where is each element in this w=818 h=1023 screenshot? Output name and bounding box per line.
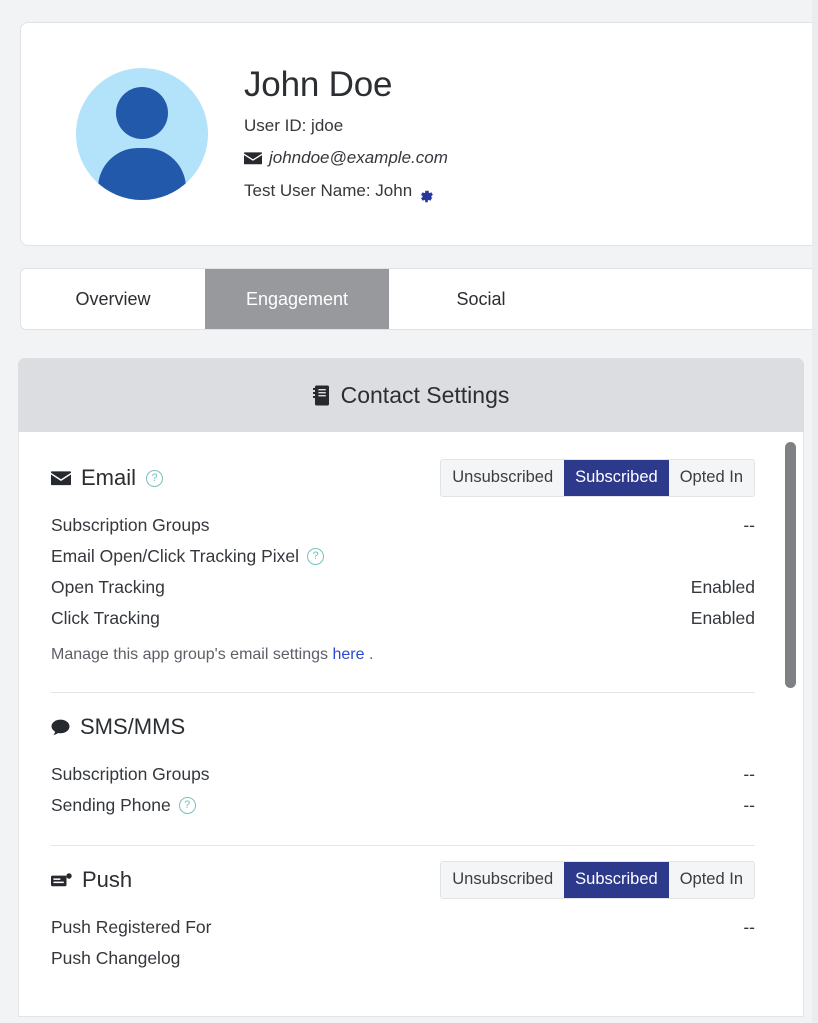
test-user-name-label: Test User Name: John bbox=[244, 180, 413, 200]
row-label: Open Tracking bbox=[51, 577, 165, 597]
help-icon[interactable]: ? bbox=[178, 797, 196, 814]
avatar bbox=[76, 68, 208, 200]
table-row: Sending Phone ? -- bbox=[51, 790, 755, 821]
envelope-icon bbox=[51, 470, 71, 486]
email-seg-unsubscribed[interactable]: Unsubscribed bbox=[441, 460, 565, 496]
row-label-group: Sending Phone ? bbox=[51, 795, 196, 816]
speech-bubble-icon bbox=[51, 719, 70, 736]
section-email-label: Email bbox=[81, 465, 137, 490]
email-seg-subscribed[interactable]: Subscribed bbox=[564, 460, 669, 496]
section-push-label: Push bbox=[82, 867, 133, 892]
contact-settings-header: Contact Settings bbox=[18, 358, 804, 432]
row-value: -- bbox=[743, 764, 755, 784]
row-value: Enabled bbox=[690, 577, 755, 597]
avatar-head bbox=[116, 87, 168, 139]
email-seg-opted-in[interactable]: Opted In bbox=[668, 460, 754, 496]
user-id-row: User ID: jdoe bbox=[244, 110, 448, 142]
row-value: -- bbox=[743, 917, 755, 937]
push-seg-subscribed[interactable]: Subscribed bbox=[564, 862, 669, 898]
section-push: Push Unsubscribed Subscribed Opted In Pu… bbox=[51, 860, 755, 978]
push-subscription-toggle: Unsubscribed Subscribed Opted In bbox=[440, 861, 755, 899]
section-push-header: Push Unsubscribed Subscribed Opted In bbox=[51, 860, 755, 900]
table-row: Email Open/Click Tracking Pixel ? bbox=[51, 541, 755, 572]
row-label: Subscription Groups bbox=[51, 764, 210, 784]
page-edge-strip bbox=[812, 0, 818, 1023]
row-label: Email Open/Click Tracking Pixel bbox=[51, 546, 299, 566]
note-suffix: . bbox=[368, 646, 374, 663]
table-row: Push Changelog bbox=[51, 943, 755, 974]
row-label: Sending Phone bbox=[51, 795, 171, 815]
table-row: Subscription Groups -- bbox=[51, 759, 755, 790]
user-email-row: johndoe@example.com bbox=[244, 142, 448, 174]
tab-overview[interactable]: Overview bbox=[21, 269, 205, 329]
section-email: Email ? Unsubscribed Subscribed Opted In… bbox=[51, 458, 755, 672]
note-prefix: Manage this app group's email settings bbox=[51, 646, 328, 663]
help-icon[interactable]: ? bbox=[307, 548, 324, 565]
email-settings-link[interactable]: here bbox=[332, 646, 364, 663]
push-notification-icon bbox=[51, 873, 72, 887]
avatar-body bbox=[98, 148, 186, 200]
table-row: Click Tracking Enabled bbox=[51, 603, 755, 634]
user-id-label: User ID: jdoe bbox=[244, 116, 344, 136]
row-value: -- bbox=[743, 795, 755, 815]
gear-icon[interactable] bbox=[419, 183, 434, 203]
row-value: Enabled bbox=[690, 608, 755, 628]
user-email-value: johndoe@example.com bbox=[269, 148, 448, 168]
push-seg-opted-in[interactable]: Opted In bbox=[668, 862, 754, 898]
section-push-title: Push bbox=[51, 867, 132, 893]
page-title: John Doe bbox=[244, 64, 393, 104]
section-email-header: Email ? Unsubscribed Subscribed Opted In bbox=[51, 458, 755, 498]
email-subscription-toggle: Unsubscribed Subscribed Opted In bbox=[440, 459, 755, 497]
section-sms-mms-title: SMS/MMS bbox=[51, 714, 185, 740]
test-user-name-row: Test User Name: John bbox=[244, 175, 448, 207]
contact-settings-title: Contact Settings bbox=[340, 381, 510, 408]
user-profile-card: John Doe User ID: jdoe johndoe@example.c… bbox=[20, 22, 818, 246]
tab-engagement[interactable]: Engagement bbox=[205, 269, 389, 329]
row-label: Push Changelog bbox=[51, 948, 181, 968]
section-divider bbox=[51, 692, 755, 693]
table-row: Subscription Groups -- bbox=[51, 510, 755, 541]
row-label: Subscription Groups bbox=[51, 515, 210, 535]
page-root: John Doe User ID: jdoe johndoe@example.c… bbox=[0, 0, 818, 1023]
help-icon[interactable]: ? bbox=[146, 469, 164, 487]
section-sms-mms-label: SMS/MMS bbox=[80, 714, 186, 739]
section-divider bbox=[51, 845, 755, 846]
section-sms-mms-header: SMS/MMS bbox=[51, 707, 755, 747]
email-settings-note: Manage this app group's email settings h… bbox=[51, 634, 755, 668]
tab-social[interactable]: Social bbox=[389, 269, 573, 329]
scrollbar-thumb[interactable] bbox=[785, 442, 796, 688]
push-seg-unsubscribed[interactable]: Unsubscribed bbox=[441, 862, 565, 898]
section-email-title: Email ? bbox=[51, 465, 164, 491]
row-label: Push Registered For bbox=[51, 917, 212, 937]
address-book-icon bbox=[312, 385, 330, 406]
row-label-group: Email Open/Click Tracking Pixel ? bbox=[51, 546, 324, 567]
table-row: Open Tracking Enabled bbox=[51, 572, 755, 603]
section-sms-mms: SMS/MMS Subscription Groups -- Sending P… bbox=[51, 707, 755, 825]
contact-settings-body: Email ? Unsubscribed Subscribed Opted In… bbox=[18, 432, 804, 1017]
row-value: -- bbox=[743, 515, 755, 535]
row-label: Click Tracking bbox=[51, 608, 160, 628]
table-row: Push Registered For -- bbox=[51, 912, 755, 943]
profile-tabs: Overview Engagement Social bbox=[20, 268, 818, 330]
profile-info: John Doe User ID: jdoe johndoe@example.c… bbox=[244, 61, 448, 207]
envelope-icon bbox=[244, 152, 262, 165]
